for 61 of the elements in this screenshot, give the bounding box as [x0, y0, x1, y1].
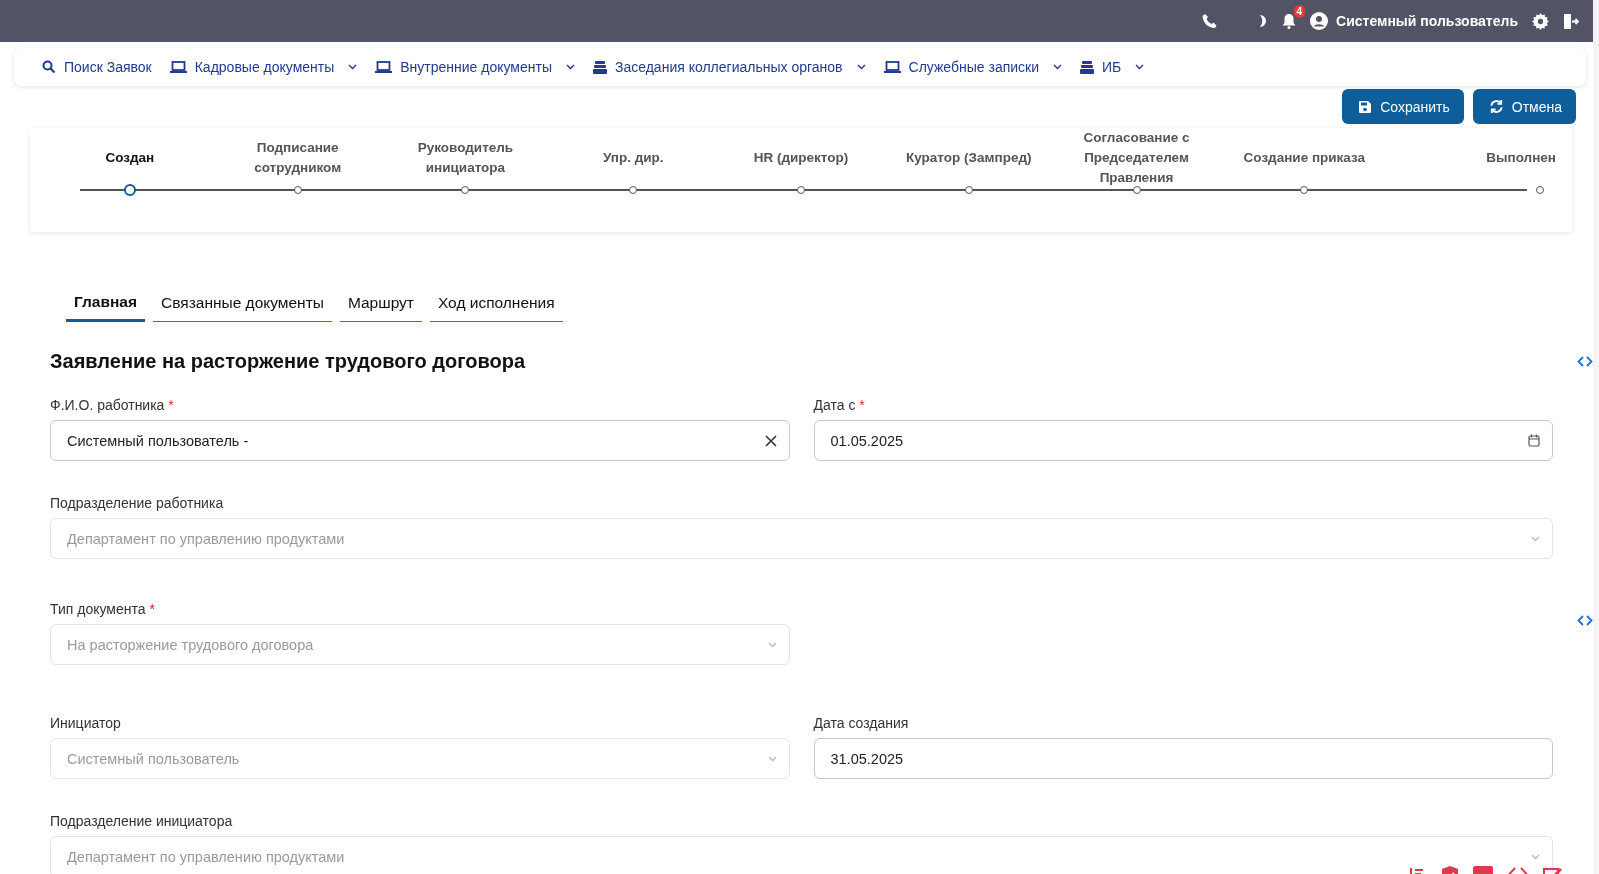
settings-icon[interactable]	[1532, 12, 1549, 30]
step-label: Упр. дир.	[602, 149, 664, 167]
action-button[interactable]: Отмена	[1472, 89, 1576, 124]
tray-icon	[593, 60, 607, 74]
field-label: Подразделение работника	[50, 495, 225, 511]
chevron-down-icon	[767, 641, 777, 648]
field-label: Ф.И.О. работника *	[50, 397, 175, 413]
step-label: Подписание сотрудником	[253, 139, 343, 177]
save-icon	[1358, 99, 1373, 114]
chevron-down-icon	[1531, 853, 1540, 860]
notification-badge: 4	[1293, 5, 1306, 18]
tab[interactable]: Маршрут	[339, 287, 422, 322]
field-label: Дата создания	[813, 715, 910, 731]
refresh-icon	[1488, 99, 1504, 114]
nav-menu-item[interactable]: Заседания коллегиальных органов	[593, 59, 866, 75]
step-label: Создание приказа	[1243, 149, 1366, 167]
date-field[interactable]: 01.05.2025	[813, 420, 1553, 461]
chevron-down-icon	[566, 64, 575, 70]
calendar-icon[interactable]	[1528, 434, 1540, 447]
field-label: Подразделение инициатора	[50, 813, 234, 829]
nav-menu-item[interactable]: Служебные записки	[883, 59, 1063, 75]
step-label: HR (директор)	[753, 149, 849, 167]
input-field[interactable]: Системный пользователь -	[50, 420, 790, 461]
step-label: Выполнен	[1486, 149, 1556, 167]
user-name[interactable]: Системный пользователь	[1336, 13, 1518, 29]
chevron-down-icon	[856, 64, 866, 70]
nav-menu-item[interactable]: Внутренние документы	[375, 59, 575, 75]
chevron-down-icon	[1053, 64, 1063, 70]
bell-icon[interactable]	[1282, 13, 1297, 29]
nav-menu-item[interactable]: Поиск Заявок	[42, 59, 152, 75]
chevron-down-icon	[1531, 535, 1540, 542]
action-button[interactable]: Сохранить	[1342, 89, 1464, 124]
tab[interactable]: Главная	[66, 287, 146, 322]
code-icon[interactable]	[1577, 615, 1593, 626]
laptop-icon	[375, 61, 393, 73]
logout-icon[interactable]	[1563, 12, 1579, 30]
step-label: Руководитель инициатора	[416, 139, 515, 177]
tray-icon	[1080, 60, 1095, 74]
input-field[interactable]: 31.05.2025	[813, 738, 1553, 779]
search-icon	[42, 60, 56, 74]
field-label: Дата с *	[813, 397, 866, 413]
step-label: Согласование с Председателем Правления	[1082, 132, 1191, 184]
laptop-icon	[169, 61, 187, 73]
chevron-down-icon	[767, 755, 777, 762]
chevron-down-icon	[1135, 64, 1145, 70]
step-label: Создан	[105, 149, 155, 167]
field-label: Инициатор	[50, 715, 122, 731]
nav-menu-item[interactable]: ИБ	[1080, 59, 1145, 75]
laptop-icon	[883, 61, 901, 73]
tab[interactable]: Ход исполнения	[429, 287, 563, 322]
nav-menu-item[interactable]: Кадровые документы	[169, 59, 358, 75]
step-label: Куратор (Зампред)	[906, 149, 1032, 167]
chevron-down-icon	[348, 64, 358, 70]
phone-icon[interactable]	[1202, 13, 1219, 29]
form-title: Заявление на расторжение трудового договора	[50, 350, 527, 373]
tab[interactable]: Связанные документы	[153, 287, 332, 322]
code-icon[interactable]	[1577, 356, 1593, 367]
moon-icon[interactable]	[1258, 14, 1269, 28]
clear-icon[interactable]	[764, 434, 777, 447]
field-label: Тип документа *	[50, 601, 156, 617]
avatar-icon[interactable]	[1310, 12, 1329, 30]
